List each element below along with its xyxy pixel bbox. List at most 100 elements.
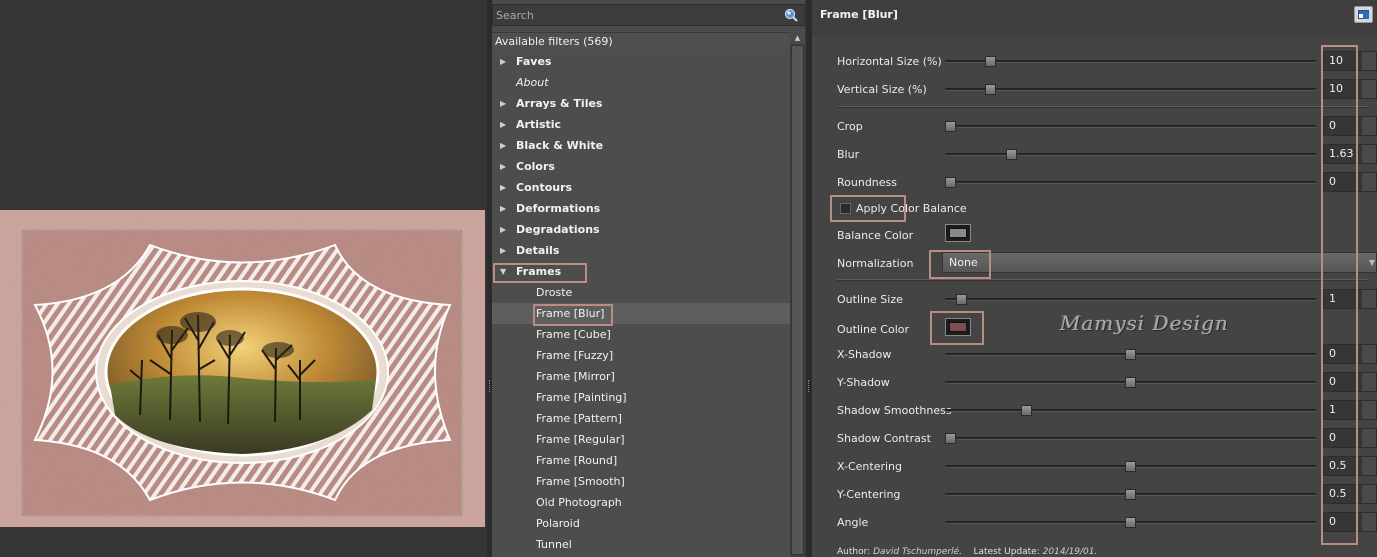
tree-item-frame-smooth[interactable]: Frame [Smooth]	[492, 471, 790, 492]
normalization-dropdown[interactable]: None ▼	[942, 252, 1377, 273]
checkbox-label[interactable]: Apply Color Balance	[856, 202, 967, 215]
expand-arrow-icon[interactable]: ▶	[500, 51, 508, 72]
slider-track[interactable]	[945, 517, 1316, 528]
tree-item-frame-blur[interactable]: Frame [Blur]	[492, 303, 790, 324]
tree-category-arrays-tiles[interactable]: ▶ Arrays & Tiles	[492, 93, 790, 114]
value-spinbox[interactable]: 10	[1323, 79, 1377, 99]
slider-thumb[interactable]	[985, 56, 996, 67]
slider-thumb[interactable]	[1125, 517, 1136, 528]
tree-item-frame-regular[interactable]: Frame [Regular]	[492, 429, 790, 450]
tree-item-tunnel[interactable]: Tunnel	[492, 534, 790, 555]
expand-arrow-icon[interactable]: ▶	[500, 114, 508, 135]
param-label: Vertical Size (%)	[837, 83, 927, 96]
value-spinbox[interactable]: 0	[1323, 428, 1377, 448]
scroll-up-arrow-icon[interactable]: ▲	[790, 32, 805, 44]
tree-category-artistic[interactable]: ▶ Artistic	[492, 114, 790, 135]
balance-color-swatch[interactable]	[945, 224, 971, 242]
value-spinbox[interactable]: 1	[1323, 289, 1377, 309]
param-label: X-Centering	[837, 460, 902, 473]
search-input[interactable]	[493, 5, 778, 25]
tree-category-faves[interactable]: ▶ Faves	[492, 51, 790, 72]
slider-thumb[interactable]	[985, 84, 996, 95]
param-angle: Angle 0	[812, 510, 1377, 536]
expand-arrow-icon[interactable]: ▶	[500, 240, 508, 261]
slider-track[interactable]	[945, 377, 1316, 388]
tree-item-frame-cube[interactable]: Frame [Cube]	[492, 324, 790, 345]
slider-thumb[interactable]	[1125, 377, 1136, 388]
tree-category-frames[interactable]: ▼ Frames	[492, 261, 790, 282]
slider-thumb[interactable]	[1006, 149, 1017, 160]
tree-item-droste[interactable]: Droste	[492, 282, 790, 303]
tree-category-degradations[interactable]: ▶ Degradations	[492, 219, 790, 240]
value-spinbox[interactable]: 1	[1323, 400, 1377, 420]
value-spinbox[interactable]: 0	[1323, 172, 1377, 192]
slider-track[interactable]	[945, 56, 1316, 67]
tree-item-label: Frame [Mirror]	[536, 370, 615, 383]
param-label: Outline Color	[837, 323, 910, 336]
tree-category-about[interactable]: About	[492, 72, 790, 93]
collapse-arrow-icon[interactable]: ▼	[500, 261, 508, 282]
value-spinbox[interactable]: 0.5	[1323, 456, 1377, 476]
expand-arrow-icon[interactable]: ▶	[500, 198, 508, 219]
slider-thumb[interactable]	[1125, 349, 1136, 360]
chevron-down-icon[interactable]: ▼	[1369, 253, 1375, 272]
tree-item-old-photograph[interactable]: Old Photograph	[492, 492, 790, 513]
param-label: Blur	[837, 148, 860, 161]
tree-category-deformations[interactable]: ▶ Deformations	[492, 198, 790, 219]
slider-thumb[interactable]	[945, 433, 956, 444]
tree-item-frame-mirror[interactable]: Frame [Mirror]	[492, 366, 790, 387]
tree-item-frame-pattern[interactable]: Frame [Pattern]	[492, 408, 790, 429]
tree-category-colors[interactable]: ▶ Colors	[492, 156, 790, 177]
slider-track[interactable]	[945, 433, 1316, 444]
slider-track[interactable]	[945, 177, 1316, 188]
tree-category-label: Degradations	[516, 223, 600, 236]
tree-category-contours[interactable]: ▶ Contours	[492, 177, 790, 198]
slider-thumb[interactable]	[956, 294, 967, 305]
value-spinbox[interactable]: 10	[1323, 51, 1377, 71]
slider-thumb[interactable]	[945, 177, 956, 188]
slider-track[interactable]	[945, 294, 1316, 305]
slider-track[interactable]	[945, 489, 1316, 500]
tree-category-black-white[interactable]: ▶ Black & White	[492, 135, 790, 156]
expand-arrow-icon[interactable]: ▶	[500, 177, 508, 198]
slider-track[interactable]	[945, 121, 1316, 132]
value-spinbox[interactable]: 0.5	[1323, 484, 1377, 504]
slider-track[interactable]	[945, 405, 1316, 416]
window-icon[interactable]	[1354, 6, 1373, 23]
tree-item-frame-fuzzy[interactable]: Frame [Fuzzy]	[492, 345, 790, 366]
tree-item-label: Frame [Fuzzy]	[536, 349, 614, 362]
value-spinbox[interactable]: 0	[1323, 372, 1377, 392]
search-icon[interactable]	[784, 8, 798, 22]
slider-thumb[interactable]	[1125, 461, 1136, 472]
slider-thumb[interactable]	[945, 121, 956, 132]
param-outline-size: Outline Size 1	[812, 287, 1377, 313]
slider-track[interactable]	[945, 149, 1316, 160]
apply-color-balance-checkbox[interactable]	[840, 203, 851, 214]
preview-image[interactable]	[0, 210, 485, 527]
tree-item-frame-round[interactable]: Frame [Round]	[492, 450, 790, 471]
tree-category-label: Frames	[516, 265, 562, 278]
slider-track[interactable]	[945, 84, 1316, 95]
slider-thumb[interactable]	[1021, 405, 1032, 416]
tree-item-polaroid[interactable]: Polaroid	[492, 513, 790, 534]
param-label: Balance Color	[837, 229, 914, 242]
expand-arrow-icon[interactable]: ▶	[500, 93, 508, 114]
slider-track[interactable]	[945, 349, 1316, 360]
tree-item-frame-painting[interactable]: Frame [Painting]	[492, 387, 790, 408]
value-spinbox[interactable]: 0	[1323, 512, 1377, 532]
tree-scrollbar[interactable]: ▲	[790, 32, 805, 557]
tree-item-label: Frame [Round]	[536, 454, 618, 467]
expand-arrow-icon[interactable]: ▶	[500, 156, 508, 177]
value-spinbox[interactable]: 1.63	[1323, 144, 1377, 164]
tree-category-details[interactable]: ▶ Details	[492, 240, 790, 261]
value-spinbox[interactable]: 0	[1323, 116, 1377, 136]
scroll-thumb[interactable]	[791, 45, 804, 555]
author-name[interactable]: David Tschumperlé.	[873, 547, 962, 557]
expand-arrow-icon[interactable]: ▶	[500, 135, 508, 156]
slider-track[interactable]	[945, 461, 1316, 472]
outline-color-swatch[interactable]	[945, 318, 971, 336]
value-spinbox[interactable]: 0	[1323, 344, 1377, 364]
expand-arrow-icon[interactable]: ▶	[500, 219, 508, 240]
slider-thumb[interactable]	[1125, 489, 1136, 500]
color-fill	[949, 322, 967, 332]
